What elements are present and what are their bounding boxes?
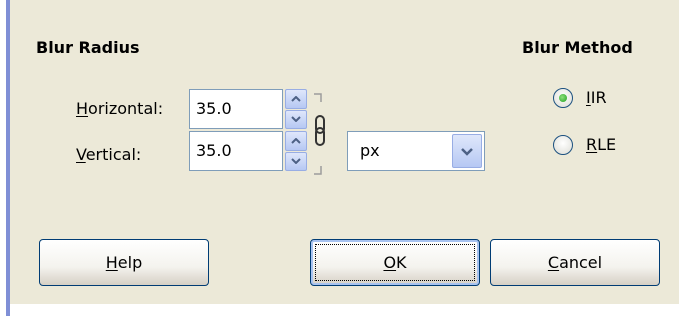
unit-select-value: px (360, 141, 380, 160)
vertical-spin-buttons (285, 131, 307, 171)
horizontal-spin-buttons (285, 89, 307, 129)
arrow-down-icon (291, 158, 301, 165)
iir-label[interactable]: IIR (586, 88, 607, 108)
blur-method-heading: Blur Method (522, 38, 633, 57)
horizontal-label-text: orizontal: (88, 99, 164, 118)
horizontal-increment-button[interactable] (285, 89, 307, 109)
vertical-decrement-button[interactable] (285, 151, 307, 171)
help-button-mnemonic: H (105, 253, 118, 272)
cancel-button-text: ancel (559, 253, 603, 272)
horizontal-input[interactable]: 35.0 (189, 89, 283, 129)
rle-label[interactable]: RLE (586, 135, 616, 155)
vertical-input[interactable]: 35.0 (189, 131, 283, 171)
ok-button-text: K (396, 253, 407, 272)
blur-radius-heading: Blur Radius (36, 38, 140, 57)
vertical-label-mnemonic: V (76, 145, 86, 164)
ok-button-mnemonic: O (383, 253, 397, 272)
horizontal-label: Horizontal: (76, 99, 163, 119)
rle-label-text: LE (597, 135, 617, 154)
iir-label-text: IR (590, 88, 607, 107)
vertical-spinbox: 35.0 (189, 131, 307, 171)
cancel-button-label: Cancel (548, 253, 602, 272)
arrow-up-icon (291, 95, 301, 102)
help-button[interactable]: Help (39, 239, 209, 286)
cancel-button[interactable]: Cancel (490, 239, 660, 286)
vertical-label-text: ertical: (85, 145, 142, 164)
unit-dropdown-button[interactable] (452, 134, 482, 168)
arrow-down-icon (291, 116, 301, 123)
vertical-increment-button[interactable] (285, 131, 307, 151)
cancel-button-mnemonic: C (547, 253, 560, 272)
iir-radio[interactable] (553, 88, 573, 108)
ok-button[interactable]: OK (310, 239, 480, 286)
arrow-up-icon (291, 137, 301, 144)
window-bottom-edge (10, 304, 679, 316)
help-button-text: elp (117, 253, 143, 272)
radio-selected-dot (559, 94, 567, 102)
rle-label-mnemonic: R (586, 135, 598, 154)
rle-radio[interactable] (553, 135, 573, 155)
horizontal-spinbox: 35.0 (189, 89, 307, 129)
chevron-down-icon (461, 147, 473, 156)
unit-select[interactable]: px (347, 131, 485, 171)
help-button-label: Help (106, 253, 142, 272)
chain-link-icon[interactable] (310, 92, 330, 176)
ok-button-label: OK (383, 253, 406, 272)
vertical-label: Vertical: (76, 145, 141, 165)
horizontal-label-mnemonic: H (76, 99, 89, 118)
blur-dialog: Blur Radius Horizontal: 35.0 Vertical: 3… (0, 0, 679, 316)
horizontal-decrement-button[interactable] (285, 109, 307, 129)
